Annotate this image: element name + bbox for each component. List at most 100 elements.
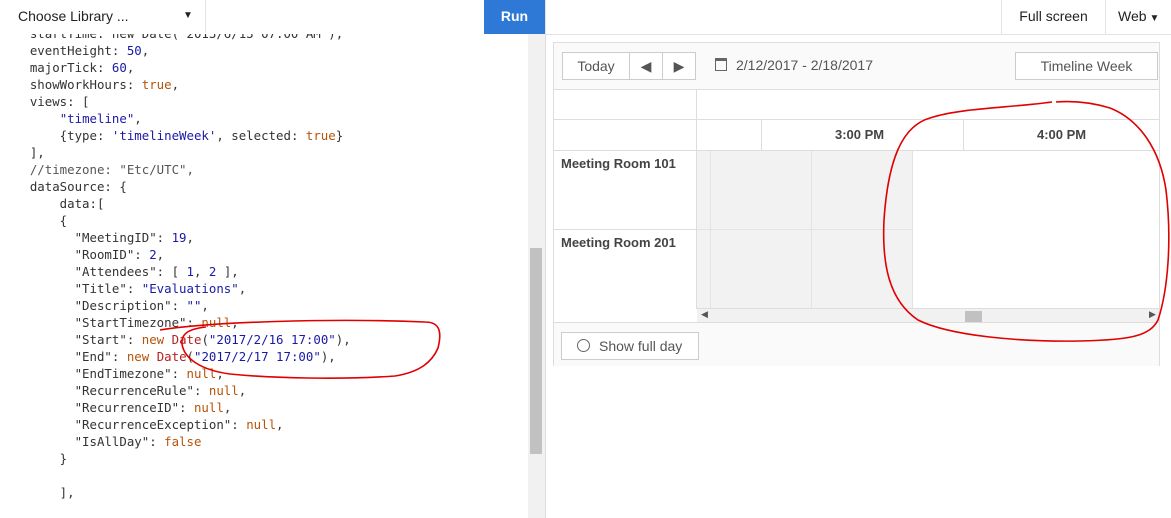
code-token: ,: [193, 264, 209, 279]
code-line[interactable]: startTime: new Date("2013/6/13 07:00 AM"…: [0, 34, 351, 42]
previous-button[interactable]: ◀: [629, 52, 663, 80]
calendar-icon[interactable]: [715, 58, 727, 71]
code-token: null: [186, 366, 217, 381]
code-editor[interactable]: startTime: new Date("2013/6/13 07:00 AM"…: [0, 34, 545, 518]
code-token: 19: [171, 230, 187, 245]
code-line[interactable]: "EndTimezone": null,: [0, 365, 351, 382]
code-line[interactable]: {type: 'timelineWeek', selected: true}: [0, 127, 351, 144]
timeline-cell-work[interactable]: [913, 230, 1159, 309]
pane-divider[interactable]: [545, 34, 546, 518]
code-line[interactable]: ],: [0, 484, 351, 501]
code-token: ,: [238, 383, 247, 398]
date-header-row: [554, 89, 1159, 120]
topbar-divider: [545, 0, 546, 34]
show-full-day-label: Show full day: [599, 338, 683, 354]
code-line[interactable]: dataSource: {: [0, 178, 351, 195]
scroll-left-icon[interactable]: ◀: [701, 309, 708, 320]
code-token: "RecurrenceID":: [0, 400, 194, 415]
code-line[interactable]: views: [: [0, 93, 351, 110]
code-line[interactable]: data:[: [0, 195, 351, 212]
code-line[interactable]: "RecurrenceRule": null,: [0, 382, 351, 399]
code-line[interactable]: "Description": "",: [0, 297, 351, 314]
code-line[interactable]: eventHeight: 50,: [0, 42, 351, 59]
code-token: "RecurrenceRule":: [0, 383, 209, 398]
editor-scrollbar-thumb[interactable]: [530, 248, 542, 454]
code-line[interactable]: {: [0, 212, 351, 229]
timeline-cell[interactable]: [812, 230, 913, 309]
timeline-cell[interactable]: [711, 230, 812, 309]
code-token: null: [246, 417, 277, 432]
code-token: data:[: [0, 196, 105, 211]
code-line[interactable]: ],: [0, 144, 351, 161]
resource-name: Meeting Room 201: [561, 235, 676, 250]
code-line[interactable]: "timeline",: [0, 110, 351, 127]
run-button[interactable]: Run: [484, 0, 545, 34]
code-line[interactable]: "RoomID": 2,: [0, 246, 351, 263]
code-token: ],: [0, 485, 75, 500]
code-token: "MeetingID":: [0, 230, 172, 245]
chevron-left-icon: ◀: [640, 58, 652, 74]
code-line[interactable]: }: [0, 450, 351, 467]
code-token: eventHeight:: [0, 43, 127, 58]
code-text[interactable]: startTime: new Date("2013/6/13 07:00 AM"…: [0, 34, 351, 501]
code-line[interactable]: "End": new Date("2017/2/17 17:00"),: [0, 348, 351, 365]
timeline-cell[interactable]: [711, 151, 812, 230]
full-screen-button[interactable]: Full screen: [1001, 0, 1105, 34]
code-token: {: [0, 213, 68, 228]
timeline-cell[interactable]: [812, 151, 913, 230]
code-token: "RoomID":: [0, 247, 150, 262]
code-token: null: [201, 315, 232, 330]
view-selector[interactable]: Timeline Week: [1015, 52, 1158, 80]
web-menu[interactable]: Web ▼: [1105, 0, 1171, 34]
code-token: new: [126, 349, 150, 364]
code-line[interactable]: "StartTimezone": null,: [0, 314, 351, 331]
code-token: ,: [186, 230, 194, 245]
code-line[interactable]: //timezone: "Etc/UTC",: [0, 161, 351, 178]
scroll-right-icon[interactable]: ▶: [1149, 309, 1156, 320]
code-line[interactable]: "Start": new Date("2017/2/16 17:00"),: [0, 331, 351, 348]
code-line[interactable]: showWorkHours: true,: [0, 76, 351, 93]
code-token: "": [186, 298, 202, 313]
code-token: "RecurrenceException":: [0, 417, 247, 432]
time-label: 4:00 PM: [1037, 127, 1087, 142]
code-line[interactable]: "IsAllDay": false: [0, 433, 351, 450]
code-token: 60: [111, 60, 127, 75]
code-token: , selected:: [216, 128, 306, 143]
show-full-day-button[interactable]: Show full day: [561, 332, 699, 360]
code-token: dataSource: {: [0, 179, 127, 194]
code-token: (: [186, 349, 194, 364]
code-token: ],: [0, 145, 45, 160]
code-token: showWorkHours:: [0, 77, 142, 92]
scheduler: Today ◀ ▶ 2/12/2017 - 2/18/2017 Timeline…: [553, 42, 1160, 366]
timeline-cell[interactable]: [697, 230, 711, 309]
code-line[interactable]: "Attendees": [ 1, 2 ],: [0, 263, 351, 280]
code-token: 'timelineWeek': [111, 128, 217, 143]
code-token: ,: [216, 366, 224, 381]
timeline-grid[interactable]: [697, 151, 1159, 309]
library-select[interactable]: Choose Library ... ▼: [0, 0, 206, 33]
code-line[interactable]: "MeetingID": 19,: [0, 229, 351, 246]
date-range[interactable]: 2/12/2017 - 2/18/2017: [736, 57, 873, 73]
code-line[interactable]: "RecurrenceException": null,: [0, 416, 351, 433]
code-token: null: [193, 400, 224, 415]
timeline-cell[interactable]: [697, 151, 711, 230]
timeline-scrollbar-thumb[interactable]: [965, 311, 982, 322]
timeline-cell-work[interactable]: [913, 151, 1159, 230]
code-token: "Evaluations": [141, 281, 239, 296]
timeline-scrollbar[interactable]: ◀ ▶: [697, 308, 1159, 323]
code-token: null: [208, 383, 239, 398]
code-line[interactable]: [0, 467, 351, 484]
time-tick: [963, 120, 964, 150]
code-token: ,: [223, 400, 232, 415]
today-button[interactable]: Today: [562, 52, 630, 80]
code-token: views: [: [0, 94, 90, 109]
code-line[interactable]: "RecurrenceID": null,: [0, 399, 351, 416]
top-bar: Choose Library ... ▼ Run Full screen Web…: [0, 0, 1171, 35]
library-select-label: Choose Library ...: [18, 8, 129, 24]
next-button[interactable]: ▶: [662, 52, 696, 80]
caret-down-icon: ▼: [1149, 13, 1160, 24]
code-line[interactable]: majorTick: 60,: [0, 59, 351, 76]
code-line[interactable]: "Title": "Evaluations",: [0, 280, 351, 297]
code-token: ],: [216, 264, 239, 279]
